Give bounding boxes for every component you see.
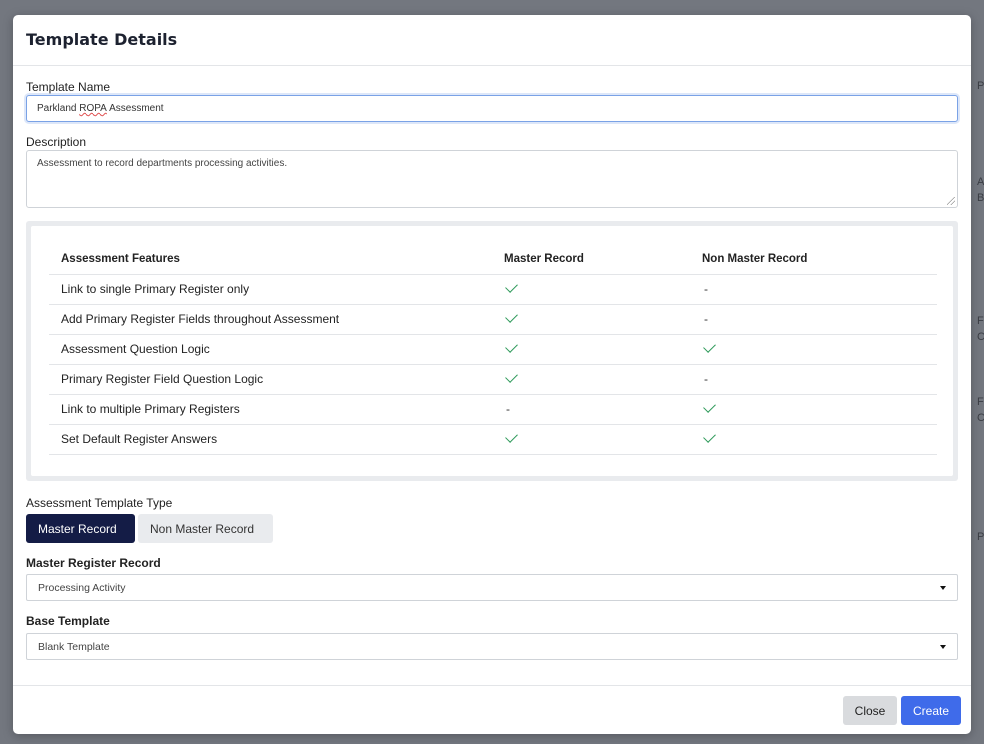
feature-name-cell: Link to multiple Primary Registers	[49, 394, 492, 425]
master-record-option[interactable]: Master Record	[26, 514, 135, 543]
table-row: Assessment Question Logic	[49, 334, 937, 365]
close-button[interactable]: Close	[843, 696, 897, 725]
non-master-record-cell: -	[690, 304, 937, 335]
modal-title: Template Details	[26, 30, 178, 49]
non-master-record-cell	[690, 394, 937, 425]
master-record-cell	[492, 364, 690, 395]
non-master-record-cell: -	[690, 274, 937, 305]
feature-name-cell: Link to single Primary Register only	[49, 274, 492, 305]
resize-grip-icon[interactable]	[947, 197, 955, 205]
modal-header: Template Details	[13, 15, 971, 66]
non-master-record-cell	[690, 334, 937, 365]
non-master-record-option[interactable]: Non Master Record	[138, 514, 273, 543]
master-record-cell	[492, 334, 690, 365]
master-record-cell: -	[492, 394, 690, 425]
dash-value: -	[704, 282, 708, 296]
create-button[interactable]: Create	[901, 696, 961, 725]
table-row: Link to single Primary Register only -	[49, 274, 937, 305]
feature-name-cell: Primary Register Field Question Logic	[49, 364, 492, 395]
features-header-row: Assessment Features Master Record Non Ma…	[49, 244, 937, 275]
template-name-label: Template Name	[26, 80, 111, 94]
dash-value: -	[506, 402, 510, 416]
master-record-cell	[492, 424, 690, 455]
master-register-record-label: Master Register Record	[26, 556, 161, 570]
checkmark-icon	[505, 340, 518, 353]
base-template-label: Base Template	[26, 614, 110, 628]
feature-name-cell: Add Primary Register Fields throughout A…	[49, 304, 492, 335]
checkmark-icon	[505, 370, 518, 383]
base-template-select[interactable]: Blank Template	[26, 633, 958, 660]
features-table: Assessment Features Master Record Non Ma…	[49, 244, 937, 455]
features-table-container: Assessment Features Master Record Non Ma…	[31, 226, 953, 476]
base-template-value: Blank Template	[38, 640, 110, 653]
master-register-record-value: Processing Activity	[38, 581, 126, 594]
non-master-record-cell: -	[690, 364, 937, 395]
table-row: Set Default Register Answers	[49, 424, 937, 455]
template-name-value-post: Assessment	[106, 103, 164, 114]
background-text: B	[977, 192, 984, 204]
table-row: Add Primary Register Fields throughout A…	[49, 304, 937, 335]
modal-footer: Close Create	[13, 685, 971, 734]
description-textarea[interactable]: Assessment to record departments process…	[26, 150, 958, 208]
checkmark-icon	[703, 340, 716, 353]
background-text: F	[977, 396, 984, 408]
caret-down-icon	[940, 644, 946, 649]
column-header: Non Master Record	[690, 244, 937, 275]
template-name-value-spell: ROPA	[79, 103, 107, 114]
column-header: Assessment Features	[49, 244, 492, 275]
template-type-toggle: Master Record Non Master Record	[26, 514, 273, 543]
template-name-value-pre: Parkland	[37, 103, 80, 114]
checkmark-icon	[703, 400, 716, 413]
description-label: Description	[26, 135, 87, 149]
background-text: F	[977, 315, 984, 327]
caret-down-icon	[940, 585, 946, 590]
checkmark-icon	[703, 430, 716, 443]
template-details-modal: Template Details Template Name Parkland …	[13, 15, 971, 734]
background-text: C	[977, 412, 984, 424]
description-value: Assessment to record departments process…	[37, 158, 288, 169]
template-type-label: Assessment Template Type	[26, 496, 173, 510]
master-register-record-select[interactable]: Processing Activity	[26, 574, 958, 601]
feature-name-cell: Set Default Register Answers	[49, 424, 492, 455]
checkmark-icon	[505, 430, 518, 443]
master-record-cell	[492, 304, 690, 335]
dash-value: -	[704, 372, 708, 386]
features-panel: Assessment Features Master Record Non Ma…	[26, 221, 958, 481]
background-text: C	[977, 331, 984, 343]
background-text: A	[977, 176, 984, 188]
non-master-record-cell	[690, 424, 937, 455]
background-text: P	[977, 80, 984, 92]
master-record-cell	[492, 274, 690, 305]
dash-value: -	[704, 312, 708, 326]
table-row: Primary Register Field Question Logic -	[49, 364, 937, 395]
checkmark-icon	[505, 280, 518, 293]
column-header: Master Record	[492, 244, 690, 275]
table-row: Link to multiple Primary Registers -	[49, 394, 937, 425]
template-name-input[interactable]: Parkland ROPA Assessment	[26, 95, 958, 122]
background-text: P	[977, 531, 984, 543]
checkmark-icon	[505, 310, 518, 323]
feature-name-cell: Assessment Question Logic	[49, 334, 492, 365]
